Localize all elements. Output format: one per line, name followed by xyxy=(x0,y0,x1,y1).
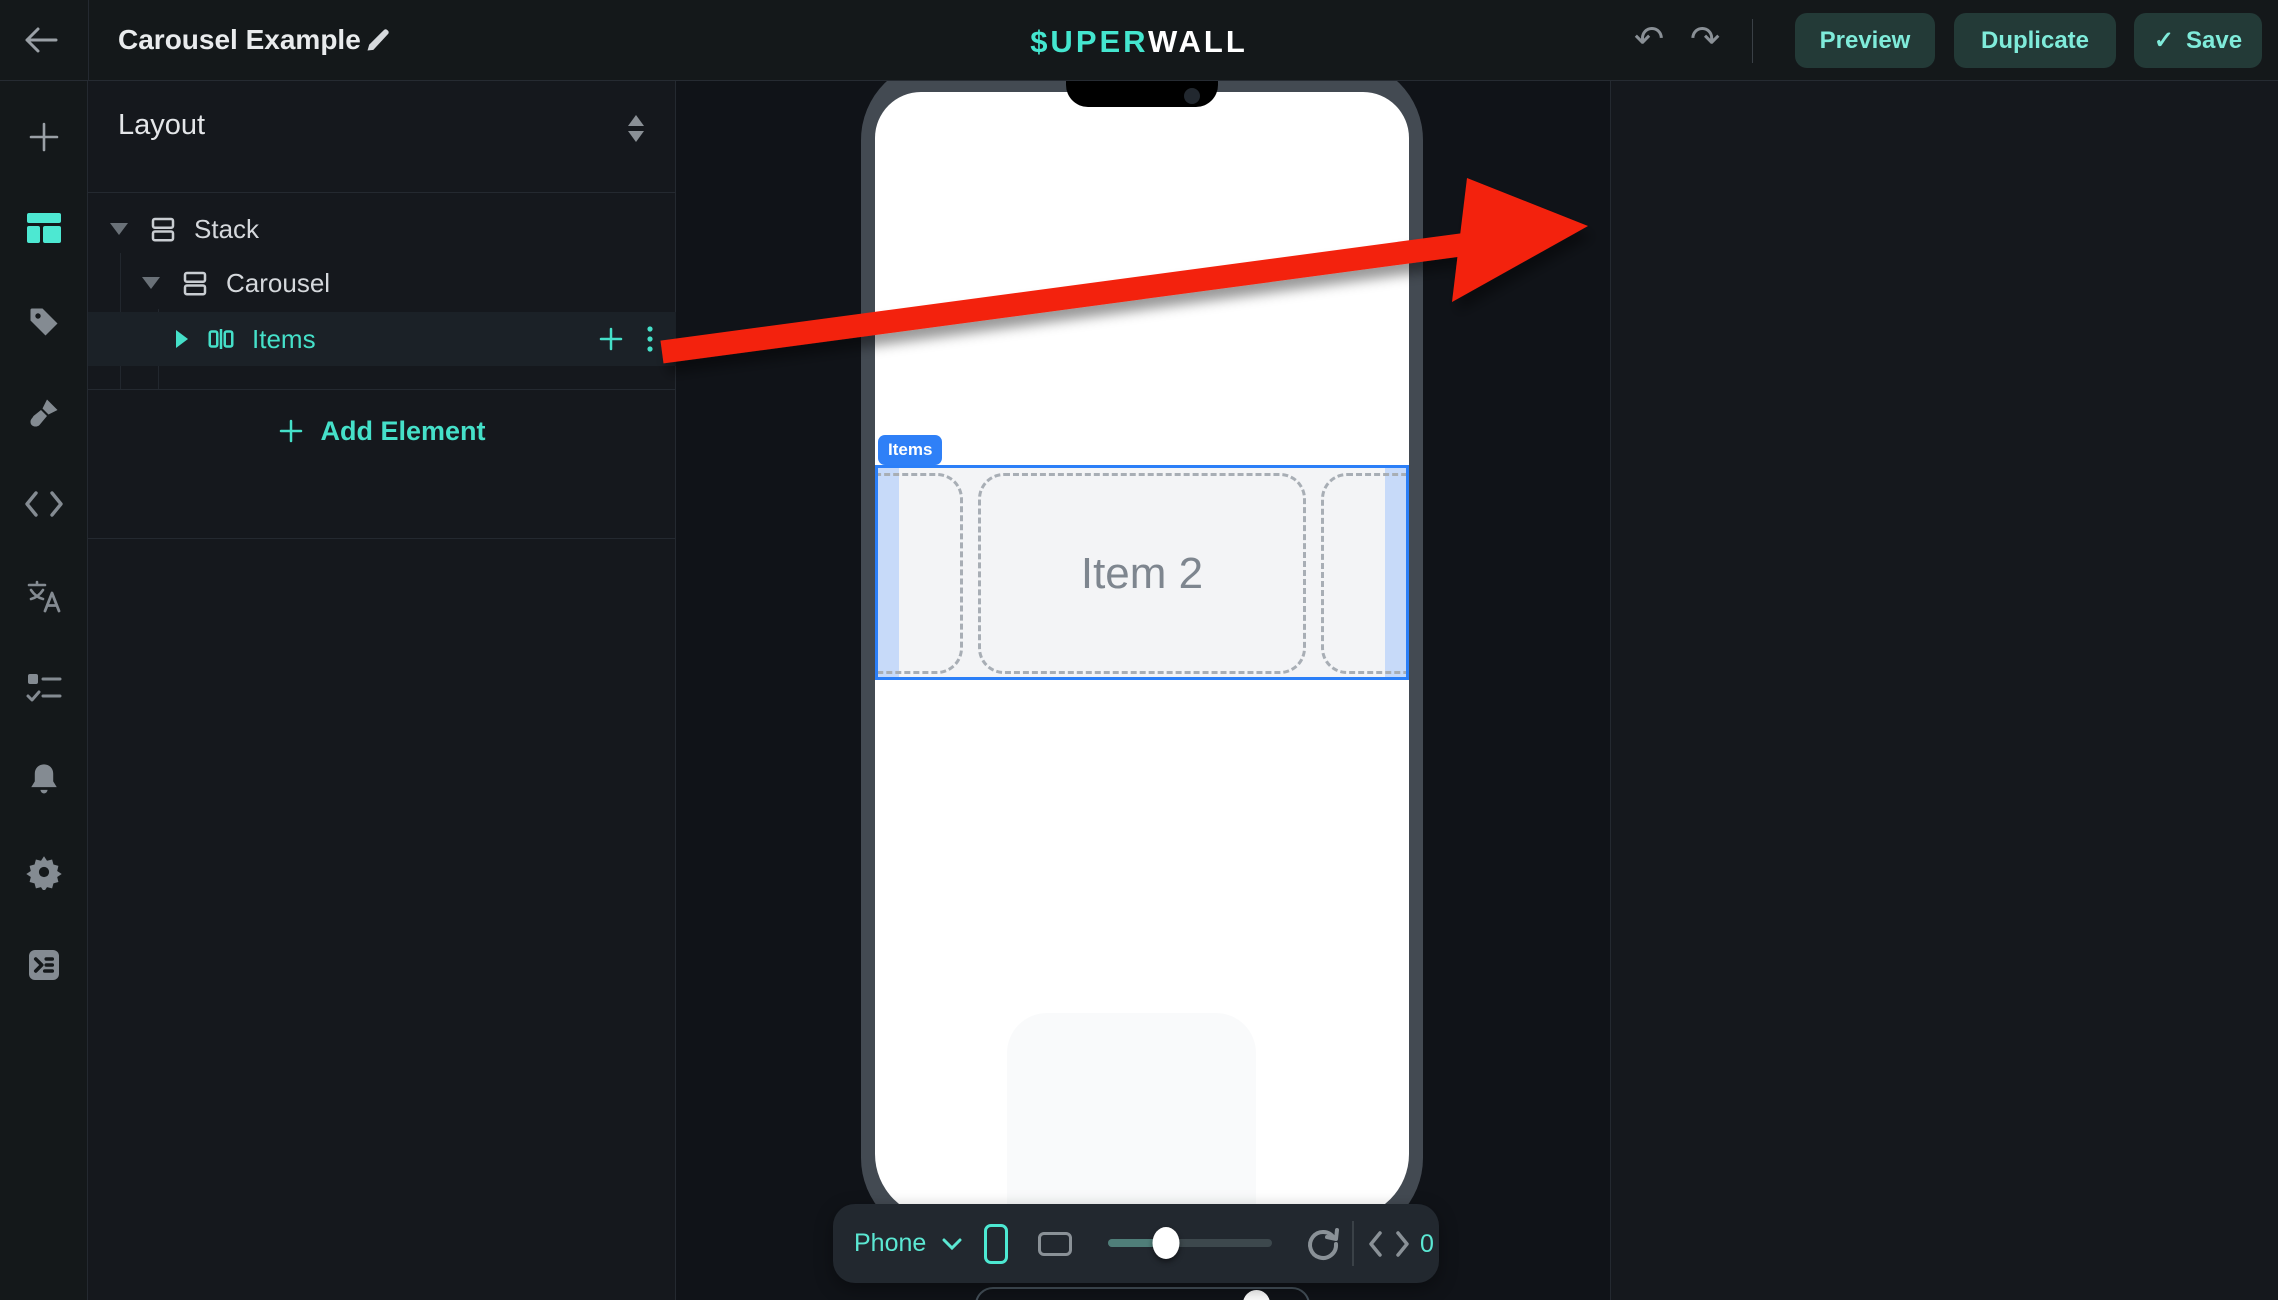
tag-icon[interactable] xyxy=(26,304,62,340)
faint-card xyxy=(1007,1013,1256,1218)
tree-row-label: Carousel xyxy=(226,268,330,299)
sort-icon[interactable] xyxy=(628,115,644,142)
device-dropdown-label: Phone xyxy=(854,1229,926,1258)
brush-icon[interactable] xyxy=(26,395,62,431)
zoom-slider[interactable] xyxy=(1108,1239,1272,1247)
zoom-slider-thumb[interactable] xyxy=(1153,1227,1180,1259)
save-button[interactable]: ✓Save xyxy=(2134,13,2262,68)
code-count: 0 xyxy=(1420,1230,1434,1259)
carousel-items-icon xyxy=(206,324,236,354)
tree-row-label: Stack xyxy=(194,214,259,245)
inspector-panel xyxy=(1610,81,2278,1300)
code-icon[interactable] xyxy=(1368,1231,1410,1257)
tree-row-items[interactable]: Items xyxy=(88,312,676,366)
duplicate-button[interactable]: Duplicate xyxy=(1954,13,2116,68)
carousel-group-icon xyxy=(180,268,210,298)
check-icon: ✓ xyxy=(2154,26,2174,55)
gear-icon[interactable] xyxy=(26,854,62,890)
redo-icon[interactable]: ↷ xyxy=(1690,18,1720,60)
add-child-icon[interactable] xyxy=(598,326,624,352)
translate-icon[interactable] xyxy=(25,578,63,616)
add-element-button[interactable]: Add Element xyxy=(88,403,676,459)
selection-badge: Items xyxy=(878,435,942,465)
caret-down-icon[interactable] xyxy=(110,223,128,235)
carousel-item-next xyxy=(1321,473,1409,674)
superwall-editor: Item 2 Items Phone 0 Layout xyxy=(0,0,2278,1300)
chevron-down-icon xyxy=(942,1238,962,1250)
undo-icon[interactable]: ↶ xyxy=(1634,18,1664,60)
new-element-icon[interactable] xyxy=(27,120,61,154)
portrait-button[interactable] xyxy=(984,1224,1008,1264)
carousel-item-current[interactable]: Item 2 xyxy=(978,473,1306,674)
bell-icon[interactable] xyxy=(27,761,61,799)
toolbar-divider xyxy=(1352,1221,1354,1266)
device-dropdown[interactable]: Phone xyxy=(854,1229,962,1258)
caret-down-icon[interactable] xyxy=(142,277,160,289)
more-options-icon[interactable] xyxy=(646,324,654,354)
notch-camera xyxy=(1184,88,1200,104)
preview-button[interactable]: Preview xyxy=(1795,13,1935,68)
phone-screen[interactable]: Item 2 xyxy=(875,92,1409,1218)
item-label: Item 2 xyxy=(1081,549,1203,599)
code-tab-icon[interactable] xyxy=(24,490,64,518)
add-element-label: Add Element xyxy=(320,416,485,447)
tree-row-carousel[interactable]: Carousel xyxy=(88,257,676,309)
tool-rail xyxy=(0,81,88,1300)
layout-panel: Layout Stack Carousel xyxy=(88,81,676,1300)
checklist-icon[interactable] xyxy=(25,671,63,703)
layout-panel-title: Layout xyxy=(118,109,205,142)
layout-tab-icon[interactable] xyxy=(25,211,63,245)
carousel-item-prev xyxy=(875,473,963,674)
superwall-logo: $UPERWALL xyxy=(0,24,2278,60)
caret-right-icon[interactable] xyxy=(176,330,188,348)
tree-row-stack[interactable]: Stack xyxy=(88,203,676,255)
plus-icon xyxy=(278,418,304,444)
landscape-button[interactable] xyxy=(1038,1232,1072,1256)
top-bar: Carousel Example $UPERWALL ↶ ↷ Preview D… xyxy=(0,0,2278,81)
tree-row-label: Items xyxy=(252,324,316,355)
stack-icon xyxy=(148,214,178,244)
refresh-icon[interactable] xyxy=(1303,1224,1343,1264)
carousel-selection[interactable]: Item 2 xyxy=(875,465,1409,680)
terminal-icon[interactable] xyxy=(26,947,62,983)
